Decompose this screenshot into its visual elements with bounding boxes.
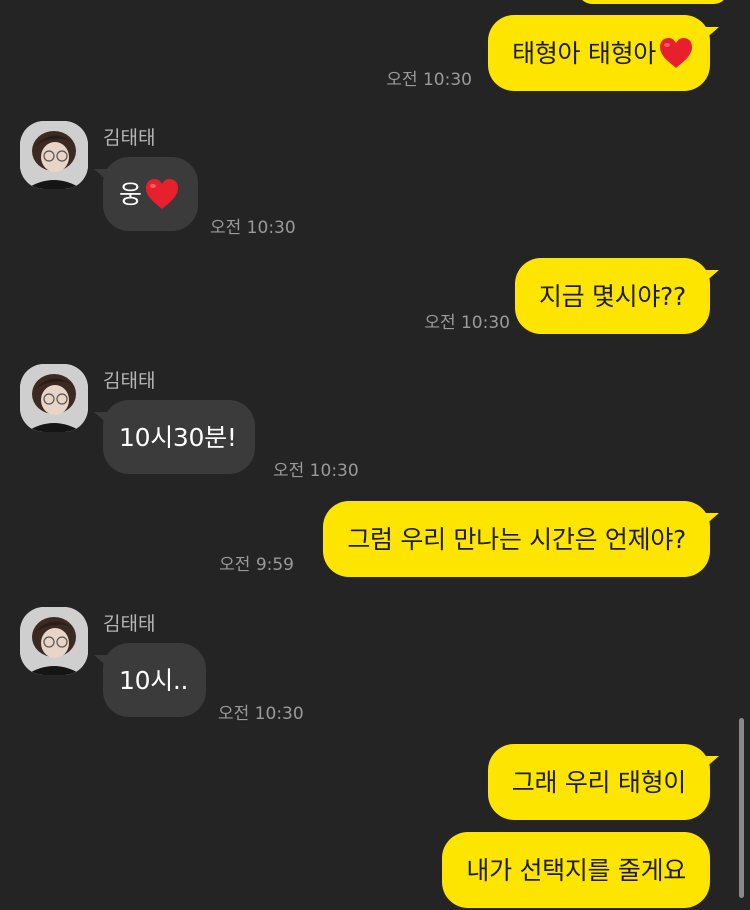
message-text: 10시30분! bbox=[119, 422, 237, 452]
message-timestamp: 오전 10:30 bbox=[273, 461, 359, 481]
sender-name: 김태태 bbox=[103, 370, 156, 392]
previous-message-bubble-edge bbox=[578, 0, 728, 4]
message-text: 그래 우리 태형이 bbox=[511, 767, 687, 797]
their-message-bubble[interactable]: 10시.. bbox=[93, 643, 207, 717]
their-message-bubble[interactable]: 웅 bbox=[94, 157, 198, 231]
profile-photo bbox=[20, 607, 88, 675]
message-text: 10시.. bbox=[119, 665, 189, 695]
my-message-bubble[interactable]: 지금 몇시야?? bbox=[514, 258, 720, 334]
their-message-bubble[interactable]: 10시30분! bbox=[94, 400, 255, 474]
my-message-bubble[interactable]: 내가 선택지를 줄게요 bbox=[442, 832, 710, 908]
message-text: 지금 몇시야?? bbox=[538, 281, 686, 311]
message-timestamp: 오전 10:30 bbox=[218, 704, 304, 724]
message-text: 그럼 우리 만나는 시간은 언제야? bbox=[347, 524, 686, 554]
profile-photo bbox=[20, 364, 88, 432]
message-text: 태형아 태형아 bbox=[512, 38, 656, 68]
heart-icon bbox=[660, 38, 692, 68]
sender-name: 김태태 bbox=[103, 127, 156, 149]
avatar[interactable] bbox=[20, 121, 88, 189]
message-timestamp: 오전 9:59 bbox=[219, 555, 294, 575]
message-text: 웅 bbox=[119, 179, 142, 209]
message-timestamp: 오전 10:30 bbox=[424, 313, 510, 333]
my-message-bubble[interactable]: 그럼 우리 만나는 시간은 언제야? bbox=[323, 501, 719, 577]
my-message-bubble[interactable]: 태형아 태형아 bbox=[488, 15, 719, 91]
my-message-bubble[interactable]: 그래 우리 태형이 bbox=[487, 744, 720, 820]
scrollbar[interactable] bbox=[739, 718, 744, 898]
message-timestamp: 오전 10:30 bbox=[386, 70, 472, 90]
message-text: 내가 선택지를 줄게요 bbox=[466, 855, 686, 885]
profile-photo bbox=[20, 121, 88, 189]
avatar[interactable] bbox=[20, 364, 88, 432]
avatar[interactable] bbox=[20, 607, 88, 675]
heart-icon bbox=[145, 179, 178, 209]
chat-room[interactable]: 태형아 태형아 오전 10:30 김태태 웅 오전 10:30 지금 몇시야??… bbox=[0, 0, 750, 910]
sender-name: 김태태 bbox=[103, 613, 156, 635]
message-timestamp: 오전 10:30 bbox=[210, 218, 296, 238]
